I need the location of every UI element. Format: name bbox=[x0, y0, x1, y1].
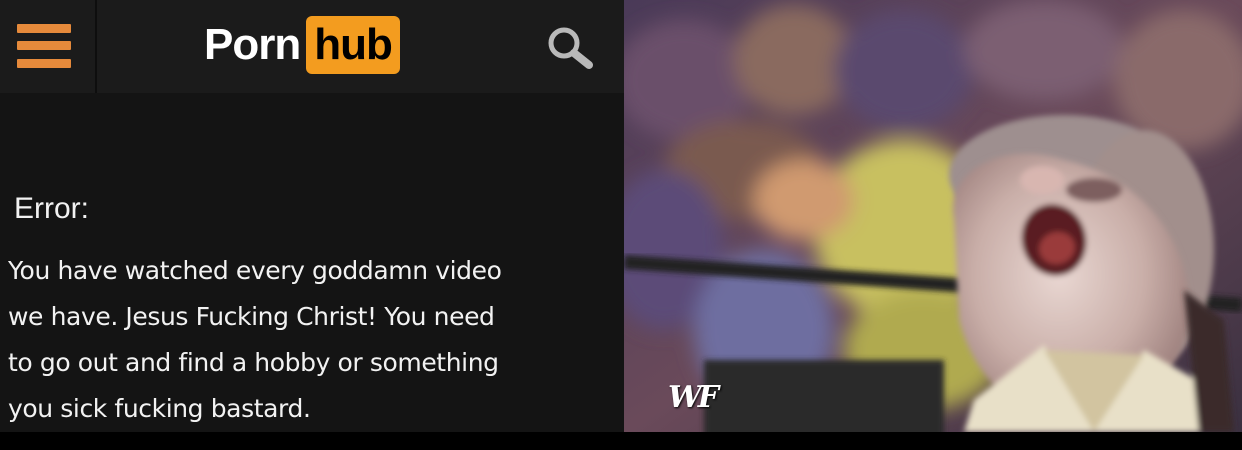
error-line: we have. Jesus Fucking Christ! You need bbox=[8, 302, 495, 331]
error-line: You have watched every goddamn video bbox=[8, 256, 502, 285]
wwf-watermark: WF bbox=[668, 380, 719, 415]
reaction-photo-drawing bbox=[624, 0, 1242, 432]
error-title: Error: bbox=[14, 192, 89, 225]
error-line: you sick fucking bastard. bbox=[8, 394, 311, 423]
site-header: Porn hub bbox=[0, 0, 624, 93]
hamburger-menu-icon bbox=[17, 24, 71, 68]
bottom-border bbox=[0, 432, 1242, 450]
website-screenshot-panel: Porn hub Error: You have watched every g… bbox=[0, 0, 624, 432]
error-message: You have watched every goddamn video we … bbox=[8, 248, 608, 432]
meme-image: Porn hub Error: You have watched every g… bbox=[0, 0, 1242, 432]
error-line: to go out and find a hobby or something bbox=[8, 348, 499, 377]
reaction-photo: WF bbox=[624, 0, 1242, 432]
menu-button[interactable] bbox=[0, 0, 97, 93]
logo-text-right: hub bbox=[306, 16, 400, 74]
search-icon[interactable] bbox=[544, 24, 596, 70]
logo-text-left: Porn bbox=[204, 20, 301, 69]
site-logo[interactable]: Porn hub bbox=[204, 15, 400, 75]
